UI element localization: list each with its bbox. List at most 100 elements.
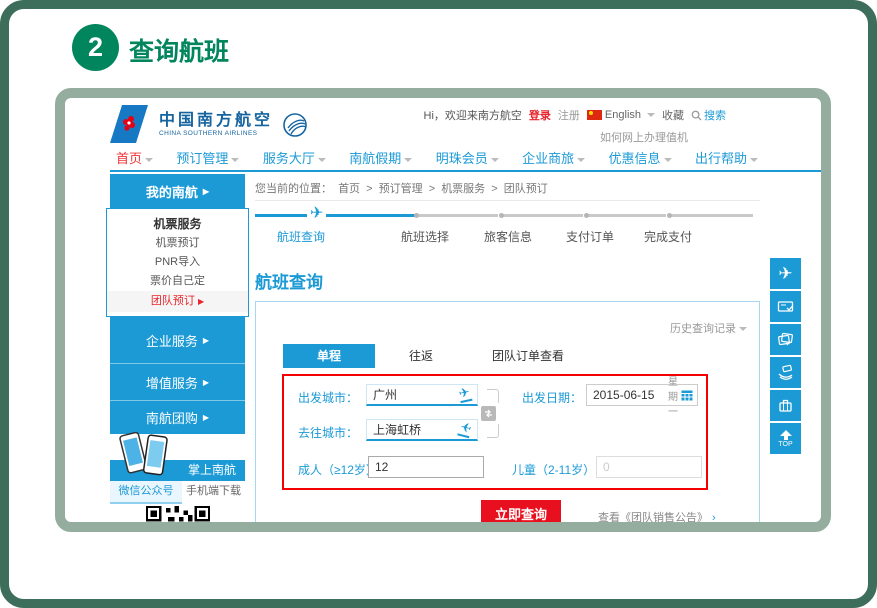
chevron-down-icon [404, 158, 412, 162]
sidebar-item-pnr-import[interactable]: PNR导入 [107, 253, 248, 272]
tab-one-way[interactable]: 单程 [283, 344, 375, 368]
nav-item-service-hall[interactable]: 服务大厅 [263, 148, 326, 167]
plane-icon: ✈ [778, 265, 792, 282]
website-screenshot: 中国南方航空 CHINA SOUTHERN AIRLINES Hi，欢迎来南方航… [65, 98, 821, 522]
chevron-down-icon [664, 158, 672, 162]
sidebar-item-group-booking[interactable]: 团队预订 ▶ [107, 291, 248, 312]
chevron-down-icon [750, 158, 758, 162]
favorite-link[interactable]: 收藏 [662, 107, 684, 123]
sidebar-item-name-your-price[interactable]: 票价自己定 [107, 272, 248, 291]
checkin-icon [777, 298, 794, 315]
tab-round-trip[interactable]: 往返 [375, 344, 467, 368]
search-now-button[interactable]: 立即查询 [481, 500, 561, 522]
chevron-down-icon [491, 158, 499, 162]
tab-group-orders[interactable]: 团队订单查看 [467, 344, 589, 368]
sidebar-group-title: 机票服务 [107, 214, 248, 234]
nav-item-member[interactable]: 明珠会员 [436, 148, 499, 167]
sidebar: 我的南航 ▶ 机票服务 机票预订 PNR导入 票价自己定 团队预订 ▶ 企业服务… [110, 174, 245, 522]
tab-wechat-account[interactable]: 微信公众号 [110, 481, 182, 504]
greeting-text: Hi，欢迎来南方航空 [424, 107, 522, 123]
chevron-down-icon [318, 158, 326, 162]
step-flight-search: 航班查询 [277, 228, 325, 245]
progress-plane-icon: ✈ [307, 205, 326, 223]
breadcrumb-ticket-service[interactable]: 机票服务 [441, 183, 485, 195]
nav-item-holidays[interactable]: 南航假期 [349, 148, 412, 167]
swap-connector-top [487, 389, 499, 403]
sidebar-ticket-service-panel: 机票服务 机票预订 PNR导入 票价自己定 团队预订 ▶ [106, 208, 249, 317]
breadcrumb-home[interactable]: 首页 [338, 183, 360, 195]
progress-steps: ✈ [255, 214, 753, 218]
luggage-icon [777, 397, 794, 414]
sidebar-section-value-added[interactable]: 增值服务 ▶ [110, 363, 245, 400]
arrow-right-icon: ▶ [203, 413, 209, 422]
breadcrumb: 您当前的位置： 首页 > 预订管理 > 机票服务 > 团队预订 [255, 180, 551, 196]
chevron-down-icon [145, 158, 153, 162]
breadcrumb-booking[interactable]: 预订管理 [379, 183, 423, 195]
swap-connector-bottom [487, 424, 499, 438]
step-payment: 支付订单 [566, 228, 614, 245]
nav-item-booking[interactable]: 预订管理 [176, 148, 239, 167]
toolbar-service-button[interactable] [770, 357, 801, 388]
chevron-down-icon [647, 113, 655, 117]
toolbar-tickets-button[interactable] [770, 324, 801, 355]
back-to-top-button[interactable]: TOP [770, 423, 801, 454]
swap-cities-button[interactable] [481, 406, 496, 421]
main-navigation: 首页 预订管理 服务大厅 南航假期 明珠会员 企业商旅 优惠信息 出行帮助 [110, 148, 821, 172]
online-checkin-help-link[interactable]: 如何网上办理值机 [424, 129, 726, 145]
register-link[interactable]: 注册 [558, 107, 580, 123]
sidebar-my-account[interactable]: 我的南航 ▶ [110, 174, 245, 208]
toolbar-luggage-button[interactable] [770, 390, 801, 421]
tutorial-card: 2 查询航班 中国南方航空 CHINA SOUTHERN AIRLINES [0, 0, 877, 608]
skyteam-logo [280, 109, 310, 139]
language-selector[interactable]: English [587, 109, 655, 121]
page-title: 航班查询 [255, 268, 323, 293]
chevron-down-icon [577, 158, 585, 162]
depart-date-label: 出发日期： [522, 389, 582, 406]
arrow-right-icon: ▶ [198, 297, 204, 306]
chevron-down-icon [739, 327, 747, 331]
tickets-icon [777, 331, 794, 348]
highlighted-form-area: 出发城市： ✈ 去往城市： ✈ [282, 374, 708, 490]
browser-frame: 中国南方航空 CHINA SOUTHERN AIRLINES Hi，欢迎来南方航… [55, 88, 831, 532]
depart-city-label: 出发城市： [298, 389, 358, 406]
toolbar-flight-button[interactable]: ✈ [770, 258, 801, 289]
arrive-city-label: 去往城市： [298, 424, 358, 441]
china-flag-icon [587, 110, 602, 120]
nav-item-travel-help[interactable]: 出行帮助 [695, 148, 758, 167]
main-content: 您当前的位置： 首页 > 预订管理 > 机票服务 > 团队预订 [255, 176, 760, 522]
login-link[interactable]: 登录 [529, 107, 551, 123]
arrow-right-icon: ▶ [203, 336, 209, 345]
step-passenger-info: 旅客信息 [484, 228, 532, 245]
nav-item-home[interactable]: 首页 [116, 148, 153, 167]
child-count-label: 儿童（2-11岁） [512, 461, 595, 478]
floating-toolbar: ✈ [770, 258, 801, 456]
mobile-phones-image [118, 432, 170, 476]
group-sales-notice-link[interactable]: 查看《团队销售公告》› [598, 509, 716, 522]
history-link[interactable]: 历史查询记录 [670, 320, 747, 336]
breadcrumb-group-booking: 团队预订 [504, 183, 548, 195]
search-icon [691, 110, 702, 121]
child-count-input[interactable] [596, 456, 702, 478]
nav-item-promotions[interactable]: 优惠信息 [609, 148, 672, 167]
toolbar-checkin-button[interactable] [770, 291, 801, 322]
arrow-right-icon: ▶ [203, 378, 209, 387]
arrow-right-icon: ▶ [203, 187, 209, 196]
hand-ticket-icon [777, 364, 795, 381]
tailfin-logo-icon [110, 104, 152, 144]
step-flight-select: 航班选择 [401, 228, 449, 245]
logo-text-en: CHINA SOUTHERN AIRLINES [159, 130, 273, 137]
step-title: 查询航班 [129, 32, 229, 68]
chevron-right-icon: › [712, 512, 716, 522]
sidebar-item-ticket-booking[interactable]: 机票预订 [107, 234, 248, 253]
depart-date-field[interactable]: 2015-06-15 星期一 [586, 384, 698, 406]
nav-item-corporate[interactable]: 企业商旅 [522, 148, 585, 167]
sidebar-section-group-buy[interactable]: 南航团购 ▶ [110, 400, 245, 434]
search-link[interactable]: 搜索 [691, 107, 726, 123]
chevron-down-icon [231, 158, 239, 162]
adult-count-input[interactable] [368, 456, 484, 478]
airline-logo: 中国南方航空 CHINA SOUTHERN AIRLINES [110, 104, 310, 144]
calendar-icon [681, 389, 693, 401]
arrow-up-icon [780, 430, 792, 440]
tab-app-download[interactable]: 手机端下载 [182, 481, 245, 504]
sidebar-section-corporate-service[interactable]: 企业服务 ▶ [110, 317, 245, 363]
